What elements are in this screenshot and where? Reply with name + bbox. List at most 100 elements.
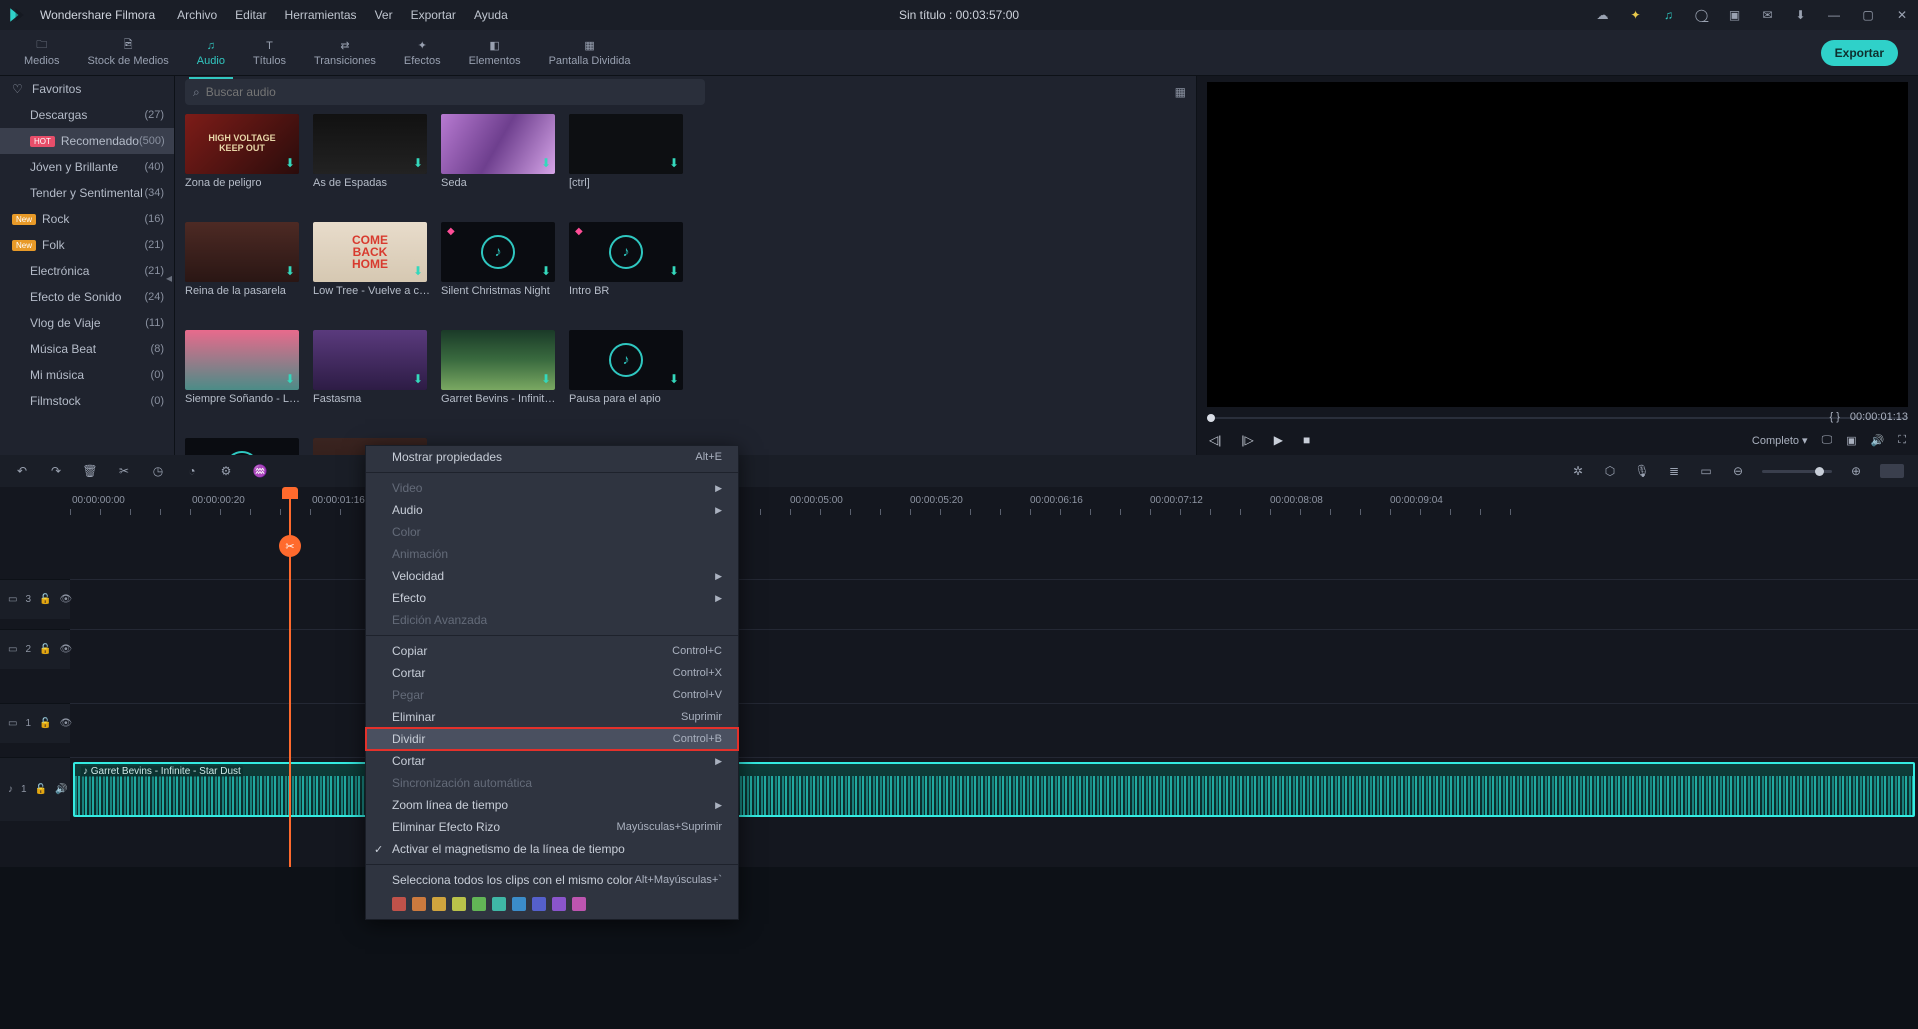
mail-icon[interactable]: ✉: [1760, 8, 1775, 23]
audio-card[interactable]: ⬇Disparo láser: [185, 438, 305, 455]
menu-ver[interactable]: Ver: [375, 8, 393, 22]
color-swatch[interactable]: [392, 897, 406, 911]
context-item[interactable]: DividirControl+B: [366, 728, 738, 750]
sidebar-item[interactable]: Música Beat(8): [0, 336, 174, 362]
voiceover-icon[interactable]: 🎙: [1634, 464, 1650, 478]
context-item[interactable]: Cortar▶: [366, 750, 738, 772]
context-item[interactable]: Eliminar Efecto RizoMayúsculas+Suprimir: [366, 816, 738, 838]
grid-view-icon[interactable]: ▦: [1175, 85, 1186, 99]
bulb-icon[interactable]: ✦: [1628, 8, 1643, 23]
download-icon[interactable]: ⬇: [669, 156, 679, 170]
track-head[interactable]: ▭ 3 🔓 👁: [0, 579, 70, 619]
download-icon[interactable]: ⬇: [669, 264, 679, 278]
search-box[interactable]: ⌕: [185, 79, 705, 105]
delete-icon[interactable]: 🗑: [82, 464, 98, 478]
audio-card[interactable]: ⬇Pausa para el apio: [569, 330, 689, 428]
undo-icon[interactable]: ↶: [14, 464, 30, 478]
download-icon[interactable]: ⬇: [285, 264, 295, 278]
sidebar-item[interactable]: ♡Favoritos: [0, 76, 174, 102]
color-swatch[interactable]: [512, 897, 526, 911]
track-head[interactable]: ▭ 2 🔓 👁: [0, 629, 70, 669]
track-body[interactable]: ♪ Garret Bevins - Infinite - Star Dust: [70, 757, 1918, 821]
mixer-icon[interactable]: ≣: [1666, 464, 1682, 478]
tab-transiciones[interactable]: ⇄Transiciones: [300, 34, 390, 71]
marker-icon[interactable]: ⬡: [1602, 464, 1618, 478]
audio-card[interactable]: ⬇Garret Bevins - Infinite -...: [441, 330, 561, 428]
download-icon[interactable]: ⬇: [541, 372, 551, 386]
download-icon[interactable]: ⬇: [541, 156, 551, 170]
stop-button[interactable]: ■: [1303, 433, 1310, 447]
download-icon[interactable]: ⬇: [413, 156, 423, 170]
redo-icon[interactable]: ↷: [48, 464, 64, 478]
context-item[interactable]: Selecciona todos los clips con el mismo …: [366, 869, 738, 891]
split-icon[interactable]: ✂: [279, 535, 301, 557]
audio-card[interactable]: ⬇[ctrl]: [569, 114, 689, 212]
sidebar-item[interactable]: Efecto de Sonido(24): [0, 284, 174, 310]
audio-card[interactable]: ⬇Siempre Soñando - La ...: [185, 330, 305, 428]
close-button[interactable]: ✕: [1894, 7, 1910, 23]
cut-icon[interactable]: ✂: [116, 464, 132, 478]
color-swatch[interactable]: [532, 897, 546, 911]
audio-card[interactable]: ◆⬇Intro BR: [569, 222, 689, 320]
visibility-icon[interactable]: 🔊: [55, 784, 67, 795]
minimize-button[interactable]: —: [1826, 7, 1842, 23]
context-item[interactable]: Audio▶: [366, 499, 738, 521]
tab-pantalla-dividida[interactable]: ▦Pantalla Dividida: [535, 34, 645, 71]
timeline-ruler[interactable]: 00:00:00:0000:00:00:2000:00:01:1600:00:0…: [0, 487, 1918, 517]
lock-icon[interactable]: 🔓: [35, 784, 47, 795]
tab-elementos[interactable]: ◧Elementos: [455, 34, 535, 71]
zoom-slider[interactable]: [1762, 470, 1832, 473]
collapse-icon[interactable]: ◂: [164, 266, 174, 290]
play-button[interactable]: ▶: [1274, 433, 1283, 447]
download-icon[interactable]: ⬇: [669, 372, 679, 386]
track-body[interactable]: [70, 703, 1918, 743]
zoom-in-icon[interactable]: ⊕: [1848, 464, 1864, 478]
sidebar-item[interactable]: Filmstock(0): [0, 388, 174, 414]
speed-icon[interactable]: ◷: [150, 464, 166, 478]
context-item[interactable]: CortarControl+X: [366, 662, 738, 684]
color-swatch[interactable]: [492, 897, 506, 911]
sidebar-item[interactable]: Vlog de Viaje(11): [0, 310, 174, 336]
sidebar-item[interactable]: Electrónica(21): [0, 258, 174, 284]
color-swatch[interactable]: [452, 897, 466, 911]
export-button[interactable]: Exportar: [1821, 40, 1898, 66]
snapshot-icon[interactable]: ▣: [1846, 434, 1856, 447]
track-head[interactable]: ♪ 1 🔓 🔊: [0, 757, 70, 821]
tab-audio[interactable]: ♫Audio: [183, 34, 239, 71]
track-body[interactable]: [70, 629, 1918, 669]
sidebar-item[interactable]: Jóven y Brillante(40): [0, 154, 174, 180]
menu-ayuda[interactable]: Ayuda: [474, 8, 508, 22]
track-body[interactable]: [70, 579, 1918, 619]
menu-editar[interactable]: Editar: [235, 8, 266, 22]
tab-medios[interactable]: 🗀Medios: [10, 34, 73, 71]
sidebar-item[interactable]: NewFolk(21): [0, 232, 174, 258]
audio-edit-icon[interactable]: ♒: [252, 464, 268, 478]
audio-card[interactable]: COMEBACKHOME⬇Low Tree - Vuelve a casa: [313, 222, 433, 320]
sidebar-item[interactable]: Descargas(27): [0, 102, 174, 128]
marker-settings-icon[interactable]: ✲: [1570, 464, 1586, 478]
context-item[interactable]: ✓Activar el magnetismo de la línea de ti…: [366, 838, 738, 860]
download-icon[interactable]: ⬇: [413, 264, 423, 278]
next-frame-button[interactable]: |▷: [1241, 433, 1253, 447]
duration-icon[interactable]: ◔: [184, 464, 200, 478]
sidebar-item[interactable]: Mi música(0): [0, 362, 174, 388]
save-icon[interactable]: ▣: [1727, 8, 1742, 23]
download-icon[interactable]: ⬇: [285, 156, 295, 170]
menu-exportar[interactable]: Exportar: [411, 8, 456, 22]
user-icon[interactable]: ◯̲: [1694, 8, 1709, 23]
preview-scrubber[interactable]: { } 00:00:01:13: [1207, 411, 1908, 425]
audio-card[interactable]: ⬇Seda: [441, 114, 561, 212]
zoom-out-icon[interactable]: ⊖: [1730, 464, 1746, 478]
fullscreen-icon[interactable]: ⛶: [1898, 434, 1906, 447]
scrub-knob[interactable]: [1207, 414, 1215, 422]
context-item[interactable]: CopiarControl+C: [366, 640, 738, 662]
tab-titulos[interactable]: TTítulos: [239, 34, 300, 71]
context-item[interactable]: Velocidad▶: [366, 565, 738, 587]
audio-clip[interactable]: ♪ Garret Bevins - Infinite - Star Dust: [73, 762, 1915, 817]
track-head[interactable]: ▭ 1 🔓 👁: [0, 703, 70, 743]
render-icon[interactable]: ▭: [1698, 464, 1714, 478]
search-input[interactable]: [206, 85, 697, 99]
color-swatch[interactable]: [572, 897, 586, 911]
timeline-scroll-thumb[interactable]: [1880, 464, 1904, 478]
lock-icon[interactable]: 🔓: [39, 594, 51, 605]
